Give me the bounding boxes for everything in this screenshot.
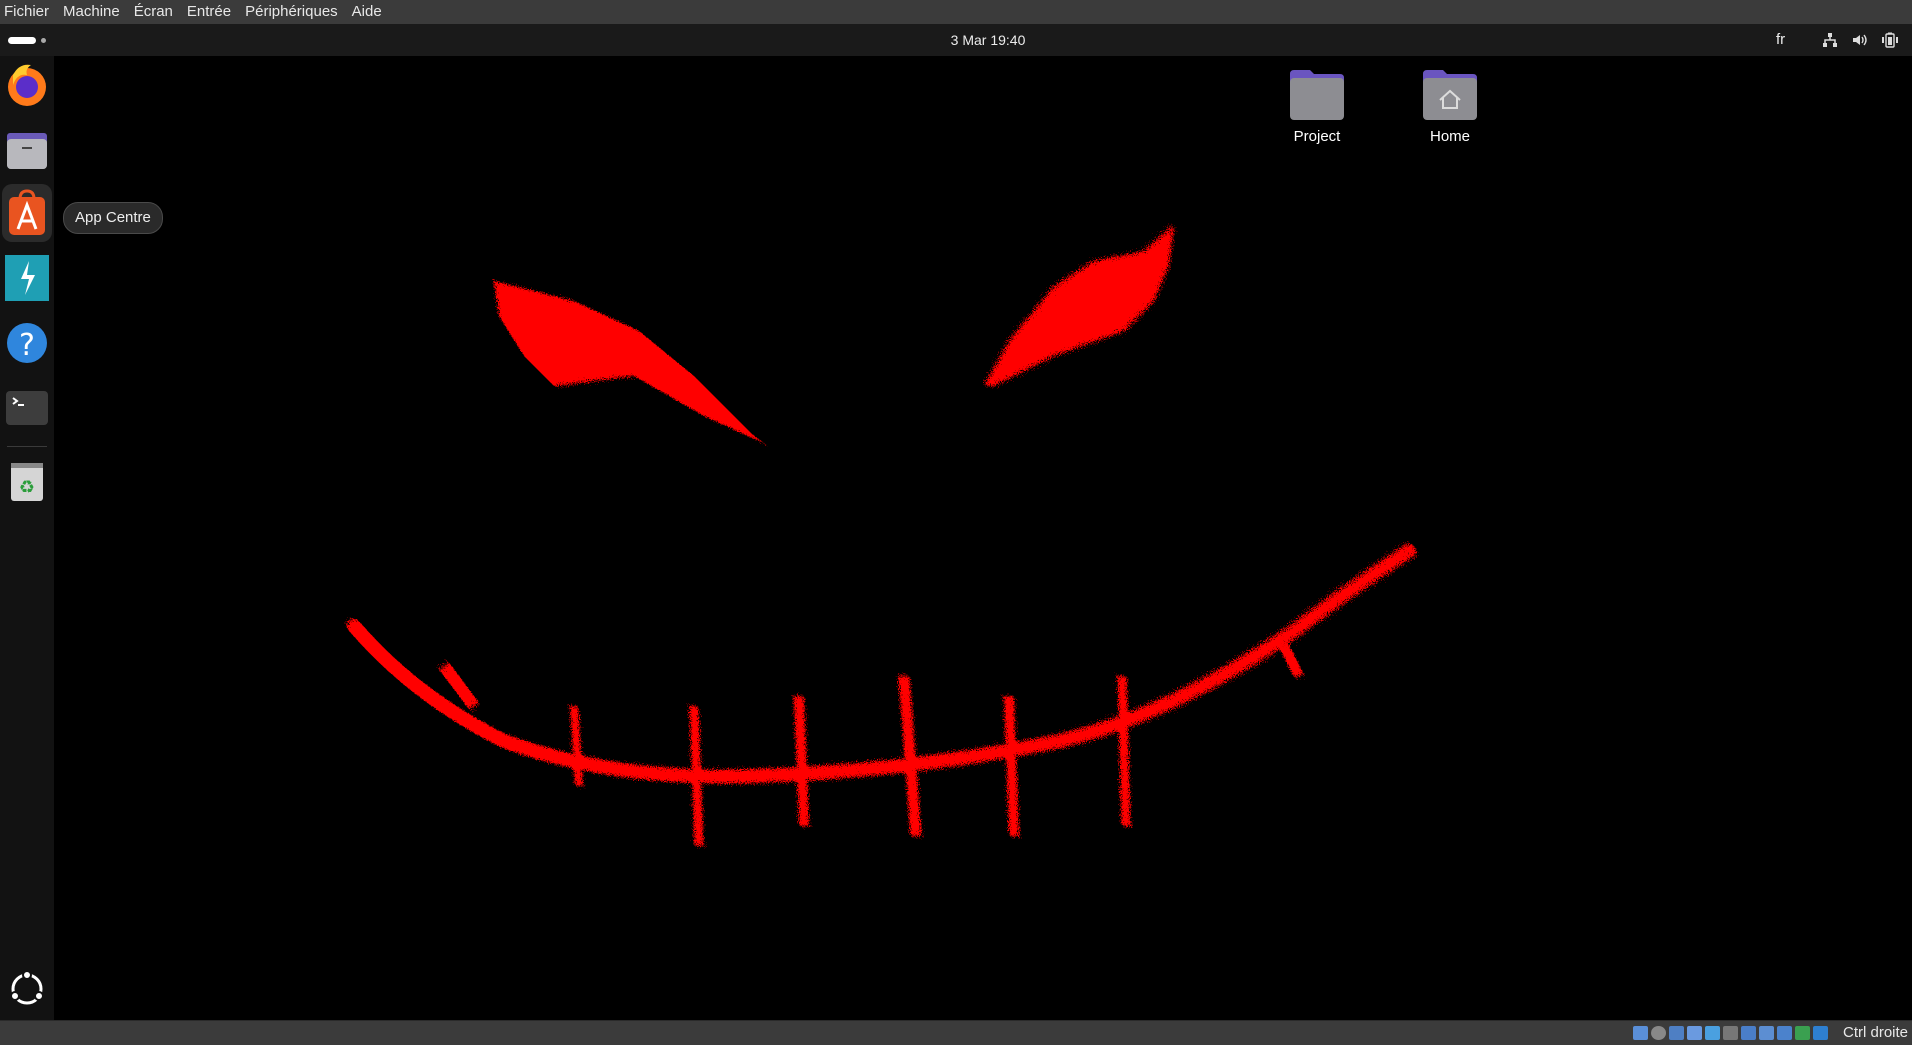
dock: ? ♻ — [0, 56, 54, 1020]
menu-machine[interactable]: Machine — [56, 0, 127, 24]
workspace-indicator-active — [8, 37, 36, 44]
display-icon[interactable] — [1741, 1026, 1756, 1040]
folder-icon — [1262, 66, 1372, 122]
menu-aide[interactable]: Aide — [345, 0, 389, 24]
desktop-icon-label: Home — [1429, 128, 1470, 145]
svg-text:♻: ♻ — [19, 477, 35, 498]
volume-icon — [1852, 32, 1868, 48]
dock-item-files[interactable] — [2, 120, 52, 178]
show-apps-button[interactable] — [2, 956, 52, 1014]
battery-icon — [1882, 32, 1898, 48]
network-icon — [1822, 32, 1838, 48]
dock-item-firefox[interactable] — [2, 56, 52, 114]
top-panel: 3 Mar 19:40 fr — [0, 24, 1912, 56]
activities-button[interactable] — [8, 37, 46, 44]
audio-icon[interactable] — [1669, 1026, 1684, 1040]
wallpaper-evil-face — [347, 224, 1416, 847]
dock-item-help[interactable]: ? — [2, 312, 52, 370]
desktop-icon-label: Project — [1293, 128, 1341, 145]
dock-item-terminal[interactable] — [2, 376, 52, 434]
keyboard-layout-indicator[interactable]: fr — [1776, 24, 1785, 56]
workspace-indicator — [41, 38, 46, 43]
cpu-icon[interactable] — [1777, 1026, 1792, 1040]
dock-item-app-centre[interactable] — [2, 184, 52, 242]
dock-tooltip: App Centre — [63, 202, 163, 234]
optical-drive-icon[interactable] — [1651, 1026, 1666, 1040]
menu-ecran[interactable]: Écran — [127, 0, 180, 24]
dock-separator — [7, 446, 47, 447]
vbox-status-icons — [1633, 1026, 1828, 1040]
svg-text:?: ? — [19, 328, 35, 363]
host-key-label: Ctrl droite — [1843, 1024, 1909, 1041]
recording-icon[interactable] — [1759, 1026, 1774, 1040]
desktop-icon-project[interactable]: Project — [1262, 66, 1372, 145]
clock[interactable]: 3 Mar 19:40 — [951, 32, 1026, 48]
menu-peripheriques[interactable]: Périphériques — [238, 0, 345, 24]
vbox-menubar: Fichier Machine Écran Entrée Périphériqu… — [0, 0, 1912, 25]
hard-disk-icon[interactable] — [1633, 1026, 1648, 1040]
mouse-integration-icon[interactable] — [1813, 1026, 1828, 1040]
menu-entree[interactable]: Entrée — [180, 0, 238, 24]
system-tray[interactable] — [1822, 32, 1898, 48]
vbox-statusbar: Ctrl droite — [0, 1020, 1912, 1045]
network-adapter-icon[interactable] — [1687, 1026, 1702, 1040]
home-folder-icon — [1395, 66, 1505, 122]
usb-icon[interactable] — [1705, 1026, 1720, 1040]
desktop-icon-home[interactable]: Home — [1395, 66, 1505, 145]
menu-fichier[interactable]: Fichier — [0, 0, 56, 24]
dock-item-software[interactable] — [2, 248, 52, 306]
shared-folders-icon[interactable] — [1723, 1026, 1738, 1040]
guest-additions-icon[interactable] — [1795, 1026, 1810, 1040]
dock-item-trash[interactable]: ♻ — [2, 448, 52, 506]
